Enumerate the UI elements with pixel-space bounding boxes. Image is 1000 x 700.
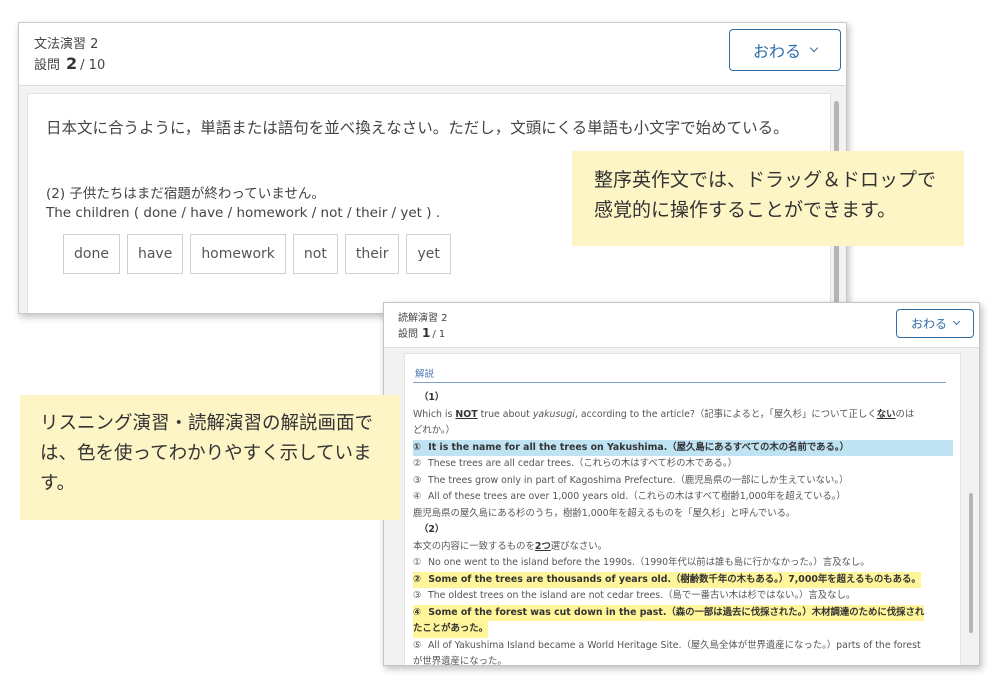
q1-label: （1） — [419, 392, 445, 403]
q1-choice-correct: ① It is the name for all the trees on Ya… — [413, 439, 953, 456]
heading-divider — [413, 382, 946, 383]
q1-prompt-nai: ない — [876, 408, 896, 420]
q2-prompt-text: 選びなさい。 — [550, 540, 608, 552]
scrollbar[interactable] — [969, 493, 973, 633]
reading-exercise-window: 読解演習 2 設問 1/ 1 おわる 解説 （1） Which is NOT tr… — [383, 302, 980, 666]
q2-label: （2） — [419, 524, 445, 535]
choice-text: All of these trees are over 1,000 years … — [427, 491, 846, 502]
question-label: 設問 — [398, 329, 418, 340]
explanation-body: （1） Which is NOT true about yakusugi, ac… — [413, 390, 953, 666]
word-tile-done[interactable]: done — [63, 234, 120, 274]
word-tile-their[interactable]: their — [344, 234, 400, 274]
question-counter: 設問 1/ 1 — [398, 325, 445, 340]
chevron-down-icon — [952, 317, 961, 326]
q2-choice-correct: ② Some of the trees are thousands of yea… — [413, 571, 921, 588]
q1-choice: ③ The trees grow only in part of Kagoshi… — [413, 473, 953, 490]
question-total: / 1 — [432, 329, 446, 340]
question-current: 2 — [66, 54, 78, 73]
choice-text: It is the name for all the trees on Yaku… — [428, 441, 849, 453]
explanation-panel: 解説 （1） Which is NOT true about yakusugi,… — [404, 353, 961, 666]
choice-number: ⑤ — [413, 639, 422, 651]
reading-header: 読解演習 2 設問 1/ 1 おわる — [384, 303, 979, 348]
q2-prompt-text: 本文の内容に一致するものを — [413, 540, 535, 552]
end-button[interactable]: おわる — [896, 309, 974, 338]
exercise-title: 読解演習 2 — [398, 313, 448, 324]
q1-explanation: 鹿児島県の屋久島にある杉のうち，樹齢1,000年を超えるものを「屋久杉」と呼んで… — [413, 507, 796, 519]
q1-choice: ④ All of these trees are over 1,000 year… — [413, 489, 953, 506]
q1-prompt: Which is NOT true about yakusugi, accord… — [413, 407, 953, 424]
explanation-heading: 解説 — [415, 369, 435, 380]
q1-prompt-text: , according to the article?（記事によると，「屋久杉」… — [574, 408, 877, 420]
word-tile-homework[interactable]: homework — [190, 234, 286, 274]
choice-text: All of Yakushima Island became a World H… — [427, 639, 921, 651]
choice-number: ④ — [413, 491, 422, 502]
question-total: / 10 — [80, 58, 106, 73]
q2-choice-correct-cont: たことがあった。 — [413, 621, 489, 638]
q2-choice: ① No one went to the island before the 1… — [413, 555, 953, 572]
question-english: The children ( done / have / homework / … — [46, 205, 441, 221]
choice-text: Some of the trees are thousands of years… — [428, 573, 921, 585]
q1-prompt-yakusugi: yakusugi — [532, 408, 575, 420]
word-tile-yet[interactable]: yet — [406, 234, 451, 274]
choice-text: No one went to the island before the 199… — [427, 557, 870, 568]
word-tiles: done have homework not their yet — [63, 234, 451, 274]
drag-drop-callout: 整序英作文では、ドラッグ＆ドロップで感覚的に操作することができます。 — [572, 151, 964, 246]
choice-number: ② — [413, 458, 422, 469]
end-button-label: おわる — [910, 317, 947, 331]
question-counter: 設問 2/ 10 — [34, 54, 105, 73]
question-label: 設問 — [34, 58, 61, 73]
exercise-title: 文法演習 2 — [34, 37, 99, 52]
q2-choice: ⑤ All of Yakushima Island became a World… — [413, 638, 953, 655]
q2-prompt-two: 2つ — [534, 540, 551, 552]
choice-number: ② — [413, 573, 421, 585]
choice-text: たことがあった。 — [413, 623, 489, 634]
q2-choice-correct: ④ Some of the forest was cut down in the… — [413, 604, 925, 621]
grammar-header: 文法演習 2 設問 2/ 10 おわる — [19, 23, 846, 86]
word-tile-not[interactable]: not — [292, 234, 338, 274]
color-explanation-callout: リスニング演習・読解演習の解説画面では、色を使ってわかりやすく示しています。 — [20, 395, 400, 520]
q1-choice: ② These trees are all cedar trees.（これらの木… — [413, 456, 953, 473]
choice-text: Some of the forest was cut down in the p… — [428, 606, 925, 618]
choice-text: The oldest trees on the island are not c… — [427, 590, 856, 601]
instruction-text: 日本文に合うように，単語または語句を並べ換えなさい。ただし，文頭にくる単語も小文… — [46, 119, 789, 137]
q1-prompt-text: Which is — [413, 408, 456, 420]
chevron-down-icon — [809, 43, 819, 53]
q1-prompt-text: のは — [895, 408, 915, 420]
question-current: 1 — [422, 326, 431, 340]
choice-number: ④ — [413, 606, 421, 618]
q2-choice: ③ The oldest trees on the island are not… — [413, 588, 953, 605]
question-japanese: (2) 子供たちはまだ宿題が終わっていません。 — [46, 186, 325, 202]
q1-prompt-text: true about — [477, 408, 533, 420]
q1-prompt-line2: どれか。） — [413, 425, 455, 436]
choice-text: These trees are all cedar trees.（これらの木はす… — [427, 458, 737, 469]
end-button[interactable]: おわる — [729, 29, 841, 71]
q2-choice-cont: が世界遺産になった。 — [413, 656, 507, 666]
choice-number: ① — [413, 557, 422, 568]
end-button-label: おわる — [752, 42, 801, 61]
choice-number: ① — [413, 441, 421, 453]
word-tile-have[interactable]: have — [126, 234, 184, 274]
q2-prompt: 本文の内容に一致するものを2つ選びなさい。 — [413, 539, 953, 556]
choice-number: ③ — [413, 474, 422, 486]
choice-number: ③ — [413, 590, 422, 601]
q1-prompt-not: NOT — [455, 408, 478, 420]
choice-text: The trees grow only in part of Kagoshima… — [427, 474, 849, 486]
